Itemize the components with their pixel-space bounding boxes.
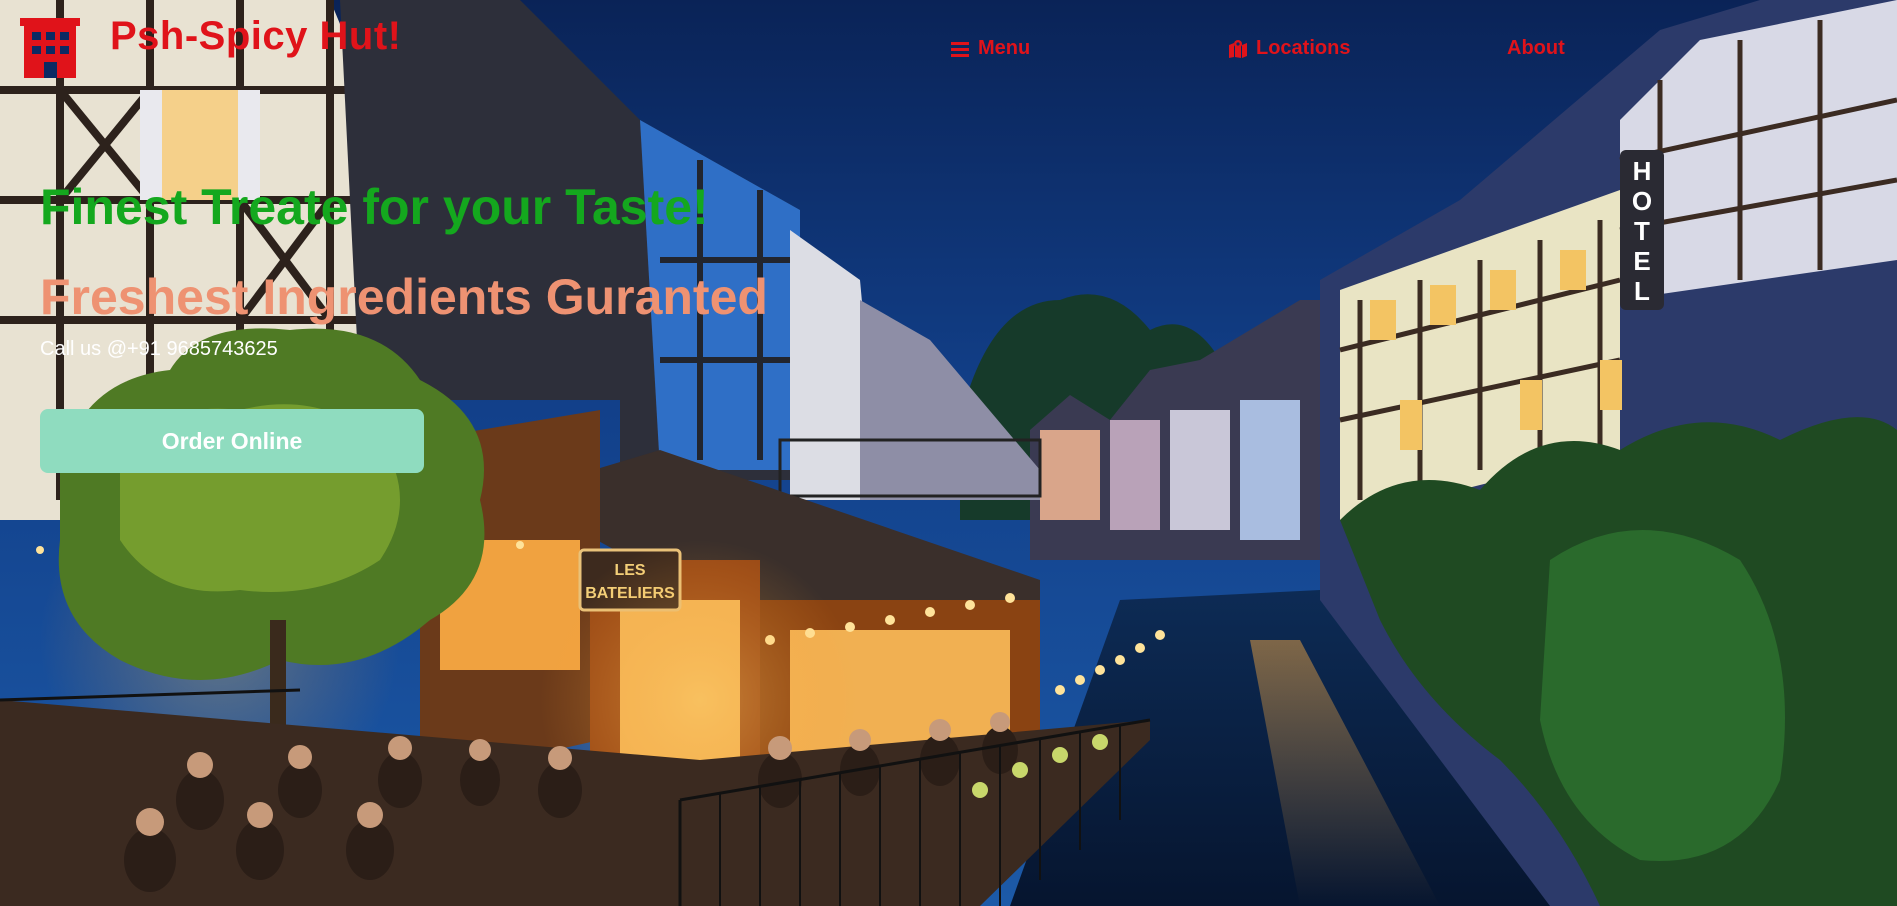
order-online-button[interactable]: Order Online: [40, 409, 424, 473]
map-icon: [1229, 39, 1247, 58]
nav-about-label: About: [1507, 37, 1565, 59]
nav-menu-label: Menu: [978, 37, 1031, 59]
hero-subtitle: Freshest Ingredients Guranted: [40, 269, 768, 325]
svg-text:H: H: [1633, 156, 1652, 186]
nav-locations-label: Locations: [1256, 37, 1351, 59]
contact-phone: Call us @+91 9685743625: [40, 338, 278, 360]
landing-page: H O T E L LES BATELIERS Psh-Spicy Hut! M…: [0, 0, 1897, 906]
hamburger-icon: [951, 41, 969, 57]
brand-name[interactable]: Psh-Spicy Hut!: [110, 14, 401, 59]
nav-about-link[interactable]: About: [1507, 37, 1565, 60]
nav-menu-link[interactable]: Menu: [950, 37, 1030, 60]
svg-text:O: O: [1632, 186, 1652, 216]
building-icon[interactable]: [20, 16, 80, 78]
hero-title: Finest Treate for your Taste!: [40, 179, 709, 235]
svg-text:T: T: [1634, 216, 1650, 246]
svg-text:L: L: [1634, 276, 1650, 306]
nav-locations-link[interactable]: Locations: [1228, 37, 1350, 60]
svg-text:E: E: [1633, 246, 1650, 276]
